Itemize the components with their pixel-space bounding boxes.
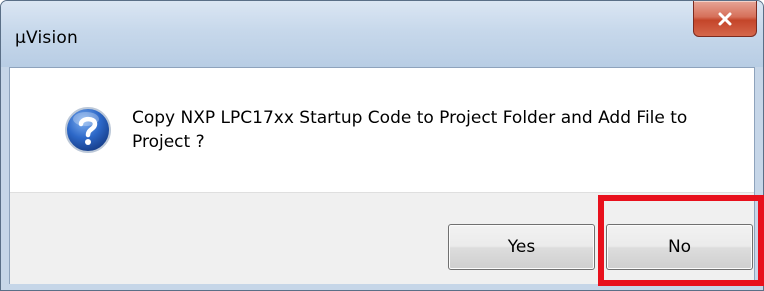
message-area: Copy NXP LPC17xx Startup Code to Project…	[10, 68, 754, 192]
title-bar[interactable]: µVision	[1, 1, 763, 67]
yes-button[interactable]: Yes	[448, 224, 595, 270]
close-icon	[718, 12, 732, 25]
dialog-client-area: Copy NXP LPC17xx Startup Code to Project…	[9, 67, 755, 284]
dialog-message: Copy NXP LPC17xx Startup Code to Project…	[132, 108, 688, 152]
question-icon	[65, 107, 111, 153]
window-title: µVision	[15, 28, 78, 48]
close-button[interactable]	[693, 1, 757, 37]
button-bar: Yes No	[10, 192, 754, 284]
no-button[interactable]: No	[606, 224, 753, 270]
dialog-window: µVision Copy NXP LPC17xx Startup Code to…	[0, 0, 764, 291]
